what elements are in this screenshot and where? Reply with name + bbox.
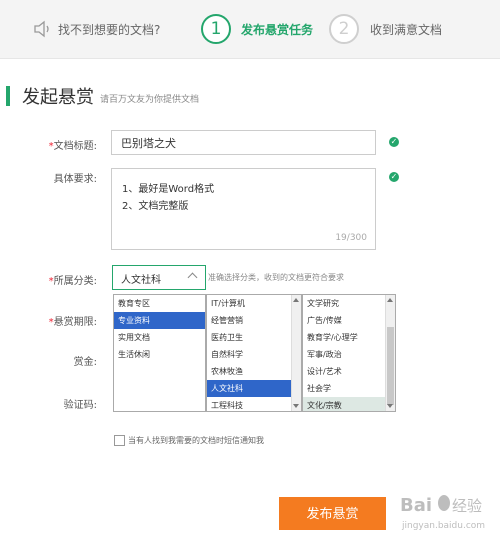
baidu-watermark: Bai 经验 jingyan.baidu.com — [400, 489, 495, 534]
list-item[interactable]: 专业资料 — [114, 312, 205, 329]
requirement-line: 2、文档完整版 — [122, 201, 189, 212]
scrollbar-thumb[interactable] — [387, 327, 394, 405]
category-label: *所属分类: — [48, 276, 97, 287]
requirement-line: 1、最好是Word格式 — [122, 184, 215, 195]
watermark-logo: Bai 经验 jingyan.baidu.com — [400, 495, 485, 531]
sms-notify-checkbox[interactable] — [114, 435, 125, 446]
list-item[interactable]: 文化/宗教 — [303, 397, 395, 411]
period-label: *悬赏期限: — [48, 317, 97, 328]
step-2-indicator: 2 — [329, 14, 359, 44]
missing-doc-hint[interactable]: 找不到想要的文档? — [58, 21, 160, 38]
category-list-level3[interactable]: 文学研究 广告/传媒 教育学/心理学 军事/政治 设计/艺术 社会学 文化/宗教 — [302, 294, 396, 412]
svg-text:jingyan.baidu.com: jingyan.baidu.com — [401, 521, 485, 531]
chevron-up-icon — [187, 272, 198, 283]
svg-text:经验: 经验 — [452, 497, 482, 515]
list-item[interactable]: 经管营销 — [207, 312, 301, 329]
list-item[interactable]: 教育学/心理学 — [303, 329, 395, 346]
list-item[interactable]: 文学研究 — [303, 295, 395, 312]
char-counter: 19/300 — [335, 233, 367, 243]
list-item[interactable]: 教育专区 — [114, 295, 205, 312]
reward-label: 赏金: — [73, 357, 97, 368]
heading-accent-bar — [6, 86, 10, 106]
step-1-indicator: 1 — [201, 14, 231, 44]
category-list-level1[interactable]: 教育专区 专业资料 实用文档 生活休闲 — [113, 294, 206, 412]
step-1-label: 发布悬赏任务 — [241, 23, 314, 37]
page-subtitle: 请百万文友为你提供文档 — [100, 95, 200, 105]
scroll-down-icon[interactable] — [293, 404, 299, 408]
list-item[interactable]: 广告/传媒 — [303, 312, 395, 329]
svg-text:Bai: Bai — [400, 495, 432, 516]
scroll-up-icon[interactable] — [387, 298, 393, 302]
list-item[interactable]: 自然科学 — [207, 346, 301, 363]
scroll-up-icon[interactable] — [293, 298, 299, 302]
category-hint: 准确选择分类，收到的文档更符合要求 — [208, 273, 344, 282]
list-item[interactable]: 设计/艺术 — [303, 363, 395, 380]
requirements-check-icon: ✓ — [389, 172, 399, 182]
requirements-textarea[interactable]: 1、最好是Word格式 2、文档完整版 19/300 — [111, 168, 376, 250]
list-item[interactable]: 军事/政治 — [303, 346, 395, 363]
category-selected-value: 人文社科 — [121, 275, 161, 286]
list-item[interactable]: 人文社科 — [207, 380, 291, 397]
title-check-icon: ✓ — [389, 137, 399, 147]
page-title: 发起悬赏 — [22, 87, 94, 108]
scroll-down-icon[interactable] — [387, 404, 393, 408]
list-item[interactable]: 生活休闲 — [114, 346, 205, 363]
scrollbar[interactable] — [291, 295, 301, 411]
list-item[interactable]: IT/计算机 — [207, 295, 301, 312]
requirements-label: 具体要求: — [53, 174, 97, 185]
list-item[interactable]: 社会学 — [303, 380, 395, 397]
captcha-label: 验证码: — [63, 400, 97, 411]
speaker-icon — [34, 20, 49, 38]
list-item[interactable]: 实用文档 — [114, 329, 205, 346]
step-2-label: 收到满意文档 — [370, 23, 443, 37]
category-select[interactable]: 人文社科 — [112, 265, 206, 290]
scrollbar[interactable] — [385, 295, 395, 411]
title-label: *文档标题: — [48, 141, 97, 152]
list-item[interactable]: 工程科技 — [207, 397, 301, 411]
submit-reward-button[interactable]: 发布悬赏 — [279, 497, 386, 530]
title-input[interactable] — [111, 130, 376, 155]
category-list-level2[interactable]: IT/计算机 经管营销 医药卫生 自然科学 农林牧渔 人文社科 工程科技 — [206, 294, 302, 412]
list-item[interactable]: 医药卫生 — [207, 329, 301, 346]
list-item[interactable]: 农林牧渔 — [207, 363, 301, 380]
sms-notify-label: 当有人找到我需要的文档时短信通知我 — [128, 436, 264, 445]
